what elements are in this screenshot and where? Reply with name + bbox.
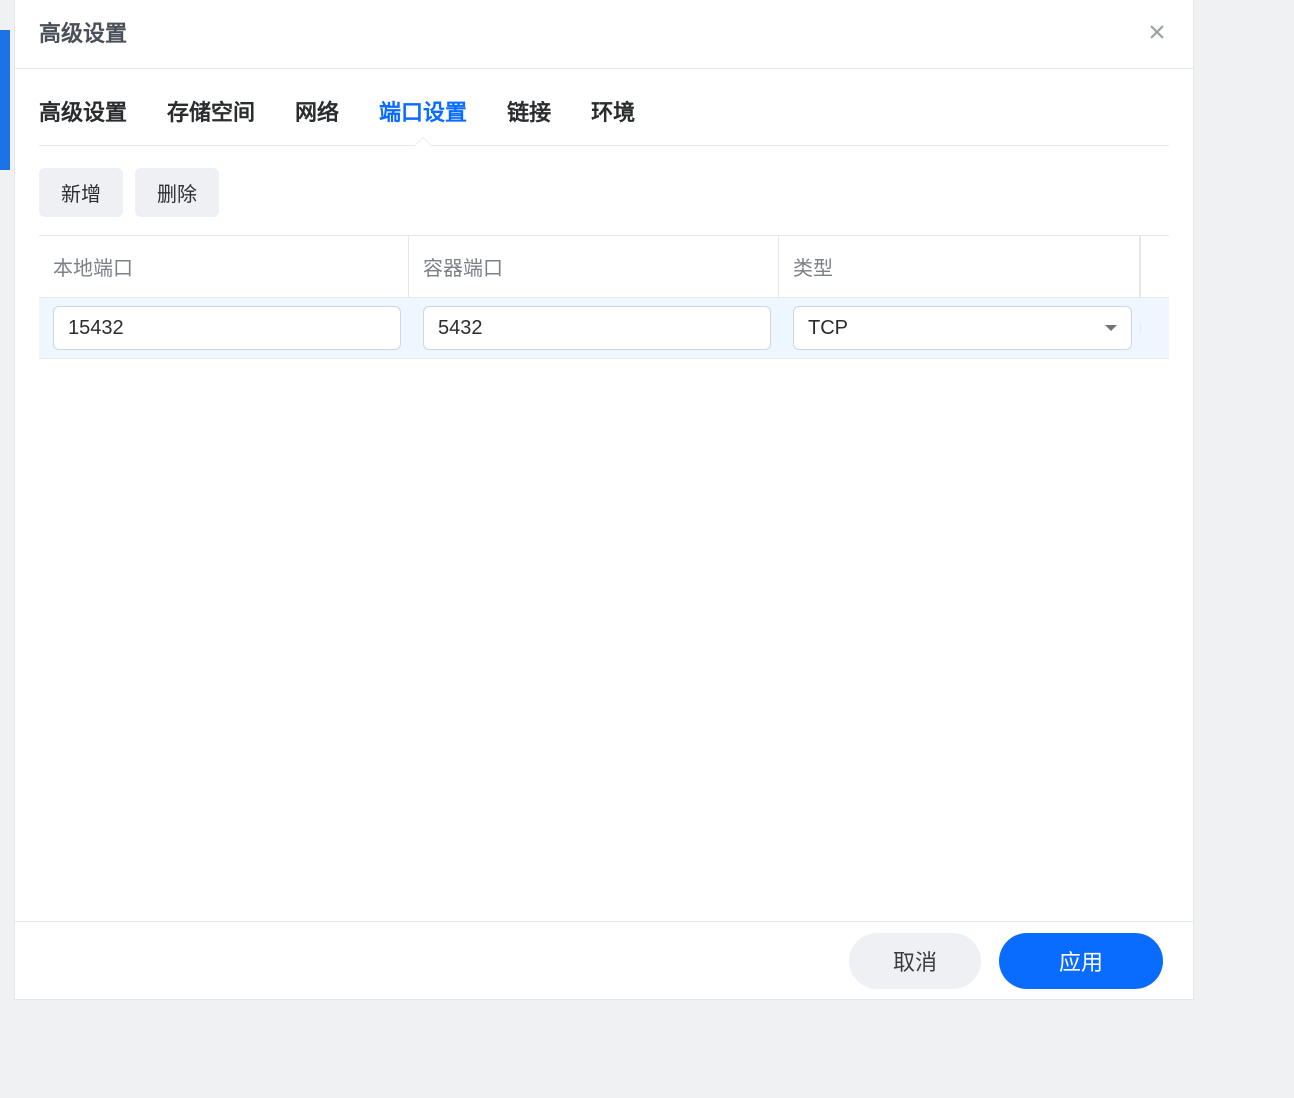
tab-port-settings[interactable]: 端口设置 — [379, 95, 467, 145]
dialog-footer: 取消 应用 — [15, 921, 1193, 999]
chevron-down-icon — [1105, 325, 1117, 331]
tab-storage[interactable]: 存储空间 — [167, 95, 255, 145]
dialog-header: 高级设置 — [15, 0, 1193, 69]
table-header-row: 本地端口 容器端口 类型 — [39, 236, 1169, 298]
apply-button[interactable]: 应用 — [999, 933, 1163, 989]
column-header-spacer — [1140, 236, 1169, 297]
port-table: 本地端口 容器端口 类型 TCP — [39, 235, 1169, 359]
add-button[interactable]: 新增 — [39, 168, 123, 217]
local-port-input[interactable] — [53, 306, 401, 350]
column-header-local-port: 本地端口 — [39, 236, 409, 297]
close-icon[interactable] — [1145, 20, 1169, 44]
tab-advanced-settings[interactable]: 高级设置 — [39, 95, 127, 145]
type-select[interactable]: TCP — [793, 306, 1132, 350]
dialog-title: 高级设置 — [39, 16, 127, 48]
advanced-settings-dialog: 高级设置 高级设置 存储空间 网络 端口设置 链接 环境 新增 删除 本地端口 … — [14, 0, 1194, 1000]
toolbar: 新增 删除 — [15, 146, 1193, 235]
column-header-type: 类型 — [779, 236, 1140, 297]
table-row[interactable]: TCP — [39, 298, 1169, 359]
cancel-button[interactable]: 取消 — [849, 933, 981, 989]
background-accent — [0, 30, 10, 170]
tab-network[interactable]: 网络 — [295, 95, 339, 145]
tab-environment[interactable]: 环境 — [591, 95, 635, 145]
type-select-value: TCP — [808, 317, 848, 340]
tab-bar: 高级设置 存储空间 网络 端口设置 链接 环境 — [39, 69, 1169, 146]
tab-links[interactable]: 链接 — [507, 95, 551, 145]
column-header-container-port: 容器端口 — [409, 236, 779, 297]
container-port-input[interactable] — [423, 306, 771, 350]
delete-button[interactable]: 删除 — [135, 168, 219, 217]
